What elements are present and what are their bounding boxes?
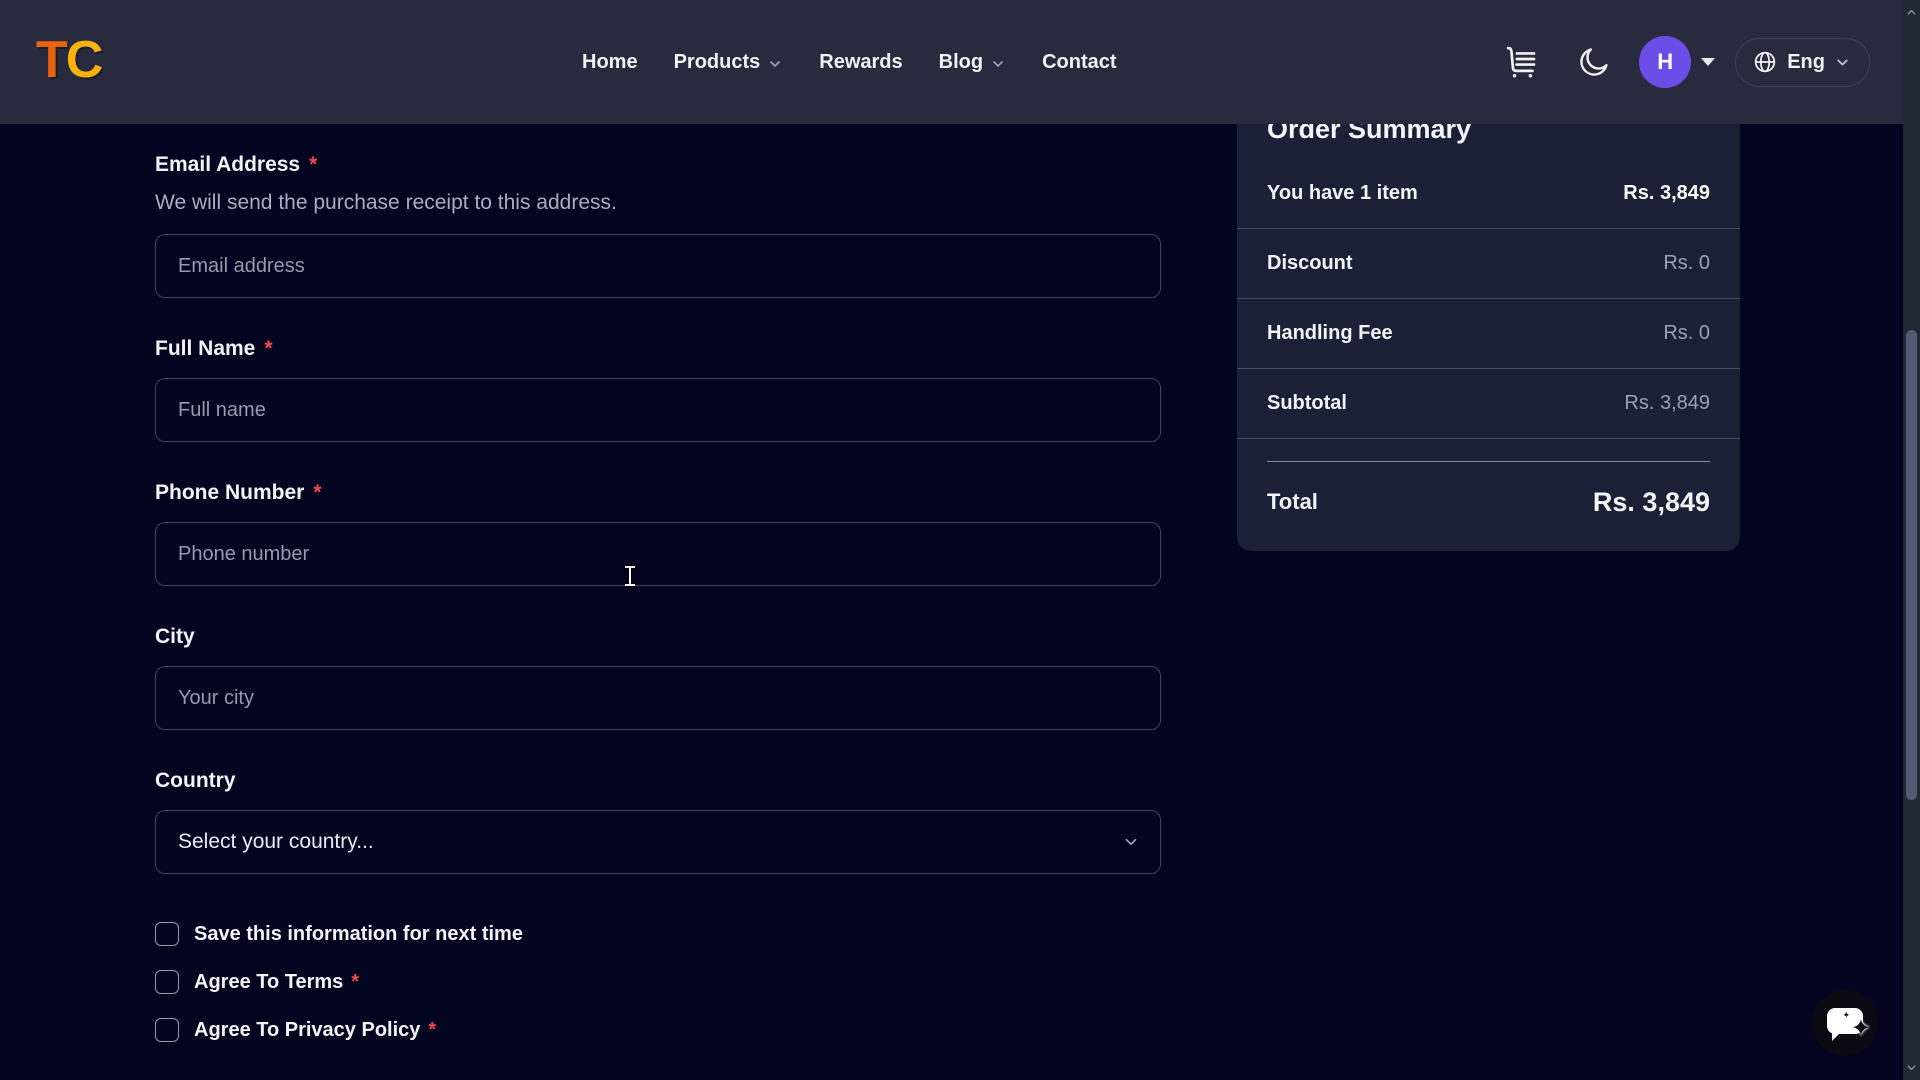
save-info-label: Save this information for next time <box>194 923 523 946</box>
country-select[interactable]: Select your country... <box>155 810 1161 874</box>
logo-letter-c: C <box>66 31 102 89</box>
country-field-group: Country Select your country... <box>155 768 1161 874</box>
required-asterisk: * <box>351 971 359 994</box>
order-row-label: Discount <box>1267 252 1353 275</box>
required-asterisk: * <box>309 152 317 178</box>
required-asterisk: * <box>428 1019 436 1042</box>
checkout-form: Email Address * We will send the purchas… <box>155 152 1161 1066</box>
globe-icon <box>1752 49 1778 75</box>
chevron-down-icon <box>990 56 1006 72</box>
nav-label: Products <box>674 51 761 74</box>
main-nav: Home Products Rewards Blog Contact <box>582 0 1117 124</box>
order-row-items: You have 1 item Rs. 3,849 <box>1237 159 1740 229</box>
phone-field-group: Phone Number * <box>155 480 1161 586</box>
order-row-handling-fee: Handling Fee Rs. 0 <box>1237 299 1740 369</box>
scrollbar-thumb[interactable] <box>1906 330 1917 800</box>
nav-item-rewards[interactable]: Rewards <box>819 51 902 74</box>
city-label: City <box>155 624 1161 650</box>
field-label-text: City <box>155 624 195 650</box>
agree-terms-checkbox[interactable] <box>155 970 179 994</box>
scrollbar-down-arrow-icon[interactable] <box>1906 1062 1917 1073</box>
cart-icon <box>1503 43 1541 81</box>
navbar-controls: H Eng <box>1503 0 1870 124</box>
mouse-cursor <box>624 566 636 586</box>
order-total-value: Rs. 3,849 <box>1593 487 1710 518</box>
nav-label: Rewards <box>819 51 902 74</box>
chat-widget-button[interactable]: ✦ ✦ <box>1812 990 1878 1056</box>
country-select-value: Select your country... <box>178 830 374 854</box>
language-selector[interactable]: Eng <box>1735 38 1870 87</box>
city-input[interactable] <box>155 666 1161 730</box>
nav-label: Contact <box>1042 51 1116 74</box>
navbar: TC Home Products Rewards Blog Contact <box>0 0 1903 124</box>
phone-label: Phone Number * <box>155 480 1161 506</box>
chevron-down-icon <box>767 56 783 72</box>
country-label: Country <box>155 768 1161 794</box>
order-row-value: Rs. 3,849 <box>1623 182 1710 205</box>
language-label: Eng <box>1787 51 1825 74</box>
save-info-checkbox[interactable] <box>155 922 179 946</box>
agree-privacy-label: Agree To Privacy Policy * <box>194 1019 436 1042</box>
nav-item-contact[interactable]: Contact <box>1042 51 1116 74</box>
nav-item-home[interactable]: Home <box>582 51 638 74</box>
email-input[interactable] <box>155 234 1161 298</box>
order-row-subtotal: Subtotal Rs. 3,849 <box>1237 369 1740 439</box>
email-label: Email Address * <box>155 152 1161 178</box>
chevron-down-icon <box>1834 54 1851 71</box>
agree-privacy-checkbox[interactable] <box>155 1018 179 1042</box>
phone-input[interactable] <box>155 522 1161 586</box>
nav-item-products[interactable]: Products <box>674 51 784 74</box>
city-field-group: City <box>155 624 1161 730</box>
order-row-label: Subtotal <box>1267 392 1347 415</box>
agree-privacy-checkbox-row[interactable]: Agree To Privacy Policy * <box>155 1018 1161 1042</box>
agree-terms-checkbox-row[interactable]: Agree To Terms * <box>155 970 1161 994</box>
sparkle-big-icon: ✦ <box>1851 1017 1871 1041</box>
browser-scrollbar[interactable] <box>1903 0 1920 1080</box>
cart-button[interactable] <box>1503 43 1541 81</box>
field-label-text: Email Address <box>155 152 300 178</box>
required-asterisk: * <box>264 336 272 362</box>
chat-sparkle-icon: ✦ ✦ <box>1827 1008 1863 1034</box>
checkbox-label-text: Agree To Privacy Policy <box>194 1019 420 1042</box>
order-total-label: Total <box>1267 489 1318 515</box>
chevron-down-icon <box>1122 833 1140 851</box>
order-row-value: Rs. 3,849 <box>1624 392 1710 415</box>
dark-mode-toggle[interactable] <box>1577 45 1611 79</box>
full-name-input[interactable] <box>155 378 1161 442</box>
order-row-label: Handling Fee <box>1267 322 1393 345</box>
save-info-checkbox-row[interactable]: Save this information for next time <box>155 922 1161 946</box>
nav-label: Blog <box>939 51 983 74</box>
agree-terms-label: Agree To Terms * <box>194 971 359 994</box>
nav-item-blog[interactable]: Blog <box>939 51 1006 74</box>
email-field-group: Email Address * We will send the purchas… <box>155 152 1161 298</box>
full-name-label: Full Name * <box>155 336 1161 362</box>
checkbox-label-text: Save this information for next time <box>194 923 523 946</box>
avatar-initial: H <box>1657 49 1673 75</box>
avatar-dropdown-caret[interactable] <box>1701 58 1715 66</box>
order-row-value: Rs. 0 <box>1663 322 1710 345</box>
nav-label: Home <box>582 51 638 74</box>
brand-logo[interactable]: TC <box>36 30 101 90</box>
email-helper-text: We will send the purchase receipt to thi… <box>155 190 1161 216</box>
order-row-value: Rs. 0 <box>1663 252 1710 275</box>
full-name-field-group: Full Name * <box>155 336 1161 442</box>
order-row-discount: Discount Rs. 0 <box>1237 229 1740 299</box>
logo-letter-t: T <box>36 31 66 89</box>
moon-icon <box>1577 45 1611 79</box>
scrollbar-up-arrow-icon[interactable] <box>1906 7 1917 18</box>
required-asterisk: * <box>313 480 321 506</box>
order-row-label: You have 1 item <box>1267 182 1418 205</box>
sparkle-small-icon: ✦ <box>1842 1011 1850 1020</box>
user-avatar[interactable]: H <box>1639 36 1691 88</box>
order-summary-card: Order Summary You have 1 item Rs. 3,849 … <box>1237 104 1740 551</box>
checkbox-label-text: Agree To Terms <box>194 971 343 994</box>
order-total-row: Total Rs. 3,849 <box>1237 462 1740 542</box>
field-label-text: Phone Number <box>155 480 304 506</box>
field-label-text: Country <box>155 768 236 794</box>
field-label-text: Full Name <box>155 336 255 362</box>
